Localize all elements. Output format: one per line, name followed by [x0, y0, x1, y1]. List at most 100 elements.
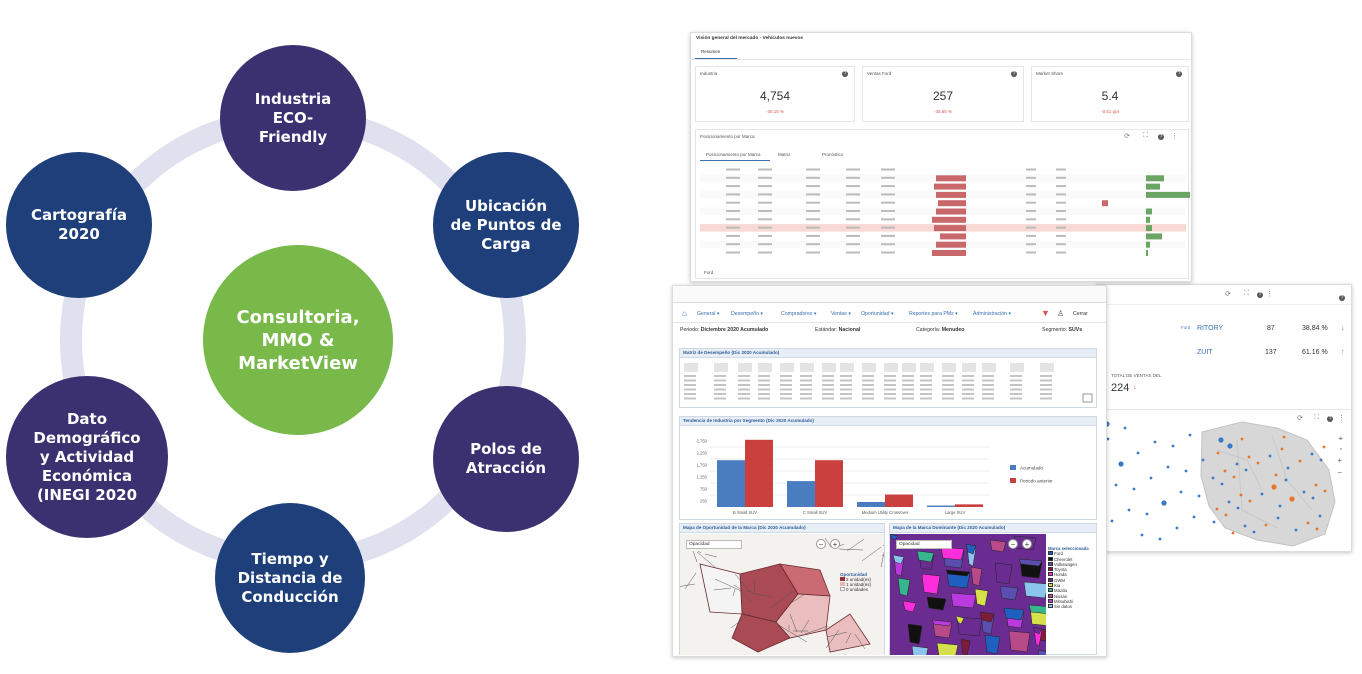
location-dot[interactable] — [1231, 531, 1235, 535]
location-dot[interactable] — [1280, 447, 1284, 451]
brand-region[interactable] — [926, 596, 947, 611]
location-dot[interactable] — [1311, 496, 1315, 500]
bar-acumulado[interactable] — [787, 481, 815, 507]
location-dot[interactable] — [1136, 451, 1140, 455]
refresh-icon[interactable]: ⟳ — [1124, 132, 1130, 140]
location-dot[interactable] — [1140, 533, 1144, 537]
nav-ventas[interactable]: Ventas ▾ — [831, 311, 851, 317]
filter-estandar[interactable]: Estándar: Nacional — [815, 327, 860, 333]
brand-region[interactable] — [950, 592, 977, 609]
location-dot[interactable] — [1184, 469, 1188, 473]
location-dot[interactable] — [1314, 483, 1318, 487]
location-dot[interactable] — [1323, 489, 1327, 493]
location-dot[interactable] — [1239, 493, 1243, 497]
location-dot[interactable] — [1192, 515, 1196, 519]
location-dot[interactable] — [1216, 451, 1220, 455]
nav-desempeno[interactable]: Desempeño ▾ — [731, 311, 763, 317]
location-dot[interactable] — [1118, 461, 1124, 467]
location-dot[interactable] — [1289, 496, 1295, 502]
location-dot[interactable] — [1271, 484, 1277, 490]
dominant-brand-map[interactable] — [890, 534, 1046, 655]
help-icon[interactable]: ? — [1339, 295, 1345, 301]
location-dot[interactable] — [1236, 506, 1240, 510]
location-dot[interactable] — [1294, 528, 1298, 532]
location-dot[interactable] — [1220, 482, 1224, 486]
help-icon[interactable]: ? — [1011, 71, 1017, 77]
refresh-icon[interactable]: ⟳ — [1225, 290, 1231, 298]
brand-region[interactable] — [921, 573, 941, 595]
location-icon[interactable]: ⌖ — [1338, 434, 1343, 444]
more-icon[interactable]: ⋮ — [1266, 290, 1273, 298]
location-dot[interactable] — [1197, 494, 1201, 498]
location-dot[interactable] — [1166, 465, 1170, 469]
location-dot[interactable] — [1171, 444, 1175, 448]
bar-periodo-anterior[interactable] — [815, 460, 843, 507]
location-dot[interactable] — [1276, 516, 1280, 520]
bar-acumulado[interactable] — [717, 460, 745, 507]
location-dot[interactable] — [1223, 469, 1227, 473]
help-icon[interactable]: ? — [1176, 71, 1182, 77]
location-dot[interactable] — [1247, 455, 1251, 459]
nav-administracion[interactable]: Administración ▾ — [973, 311, 1011, 317]
location-dot[interactable] — [1260, 492, 1264, 496]
location-dot[interactable] — [1175, 526, 1179, 530]
location-dot[interactable] — [1298, 459, 1302, 463]
help-icon[interactable]: ? — [842, 71, 848, 77]
location-dot[interactable] — [1315, 527, 1319, 531]
export-icon[interactable] — [1082, 393, 1093, 403]
zoom-in-icon[interactable]: + — [830, 539, 840, 549]
opacity-slider[interactable]: Opacidad — [896, 540, 952, 549]
location-dot[interactable] — [1153, 440, 1157, 444]
bar-acumulado[interactable] — [927, 505, 955, 507]
more-icon[interactable]: ⋮ — [1171, 132, 1178, 140]
location-dot[interactable] — [1149, 476, 1153, 480]
bar-periodo-anterior[interactable] — [745, 439, 773, 507]
bar-acumulado[interactable] — [857, 501, 885, 507]
brand-region[interactable] — [1023, 581, 1046, 599]
brand-region[interactable] — [936, 642, 959, 655]
location-dot[interactable] — [1132, 487, 1136, 491]
nav-general[interactable]: General ▾ — [697, 311, 720, 317]
location-dot[interactable] — [1211, 476, 1215, 480]
location-dot[interactable] — [1201, 458, 1205, 462]
location-dot[interactable] — [1278, 504, 1282, 508]
expand-icon[interactable]: ⛶ — [1244, 290, 1249, 298]
location-dot[interactable] — [1306, 521, 1310, 525]
location-dot[interactable] — [1286, 466, 1290, 470]
location-dot[interactable] — [1302, 490, 1306, 494]
brand-region[interactable] — [989, 539, 1007, 553]
brand-region[interactable] — [999, 585, 1019, 601]
location-dot[interactable] — [1319, 458, 1323, 462]
help-icon[interactable]: ? — [1158, 134, 1164, 140]
zoom-out-icon[interactable]: − — [1008, 539, 1018, 549]
location-dot[interactable] — [1248, 499, 1252, 503]
expand-icon[interactable]: ⛶ — [1143, 132, 1148, 140]
location-dot[interactable] — [1244, 468, 1248, 472]
brand-region[interactable] — [1003, 607, 1025, 621]
location-dot[interactable] — [1224, 513, 1228, 517]
filter-segmento[interactable]: Segmento: SUVs — [1042, 327, 1082, 333]
location-dot[interactable] — [1114, 483, 1118, 487]
location-dot[interactable] — [1232, 475, 1236, 479]
location-dot[interactable] — [1322, 445, 1326, 449]
filter-icon[interactable]: ▼ — [1041, 308, 1050, 318]
close-button[interactable]: Cerrar — [1073, 311, 1088, 317]
user-icon[interactable]: ♙ — [1057, 309, 1064, 318]
nav-oportunidad[interactable]: Oportunidad ▾ — [861, 311, 894, 317]
tab-resumen[interactable]: Resumen — [701, 49, 720, 54]
location-dot[interactable] — [1310, 452, 1314, 456]
subtab-matriz[interactable]: Matriz — [778, 152, 790, 157]
geo-scatter-map[interactable] — [1097, 410, 1352, 552]
location-dot[interactable] — [1215, 507, 1219, 511]
help-icon[interactable]: ? — [1257, 292, 1263, 298]
zoom-in-icon[interactable]: + — [1337, 456, 1342, 465]
location-dot[interactable] — [1252, 530, 1256, 534]
filter-categoria[interactable]: Categoría: Menudeo — [916, 327, 964, 333]
bar-periodo-anterior[interactable] — [885, 494, 913, 507]
location-dot[interactable] — [1106, 437, 1110, 441]
location-dot[interactable] — [1227, 443, 1233, 449]
subtab-posicionamiento[interactable]: Posicionamiento por Marca — [706, 152, 761, 157]
location-dot[interactable] — [1240, 437, 1244, 441]
location-dot[interactable] — [1212, 520, 1216, 524]
opacity-slider[interactable]: Opacidad — [686, 540, 742, 549]
